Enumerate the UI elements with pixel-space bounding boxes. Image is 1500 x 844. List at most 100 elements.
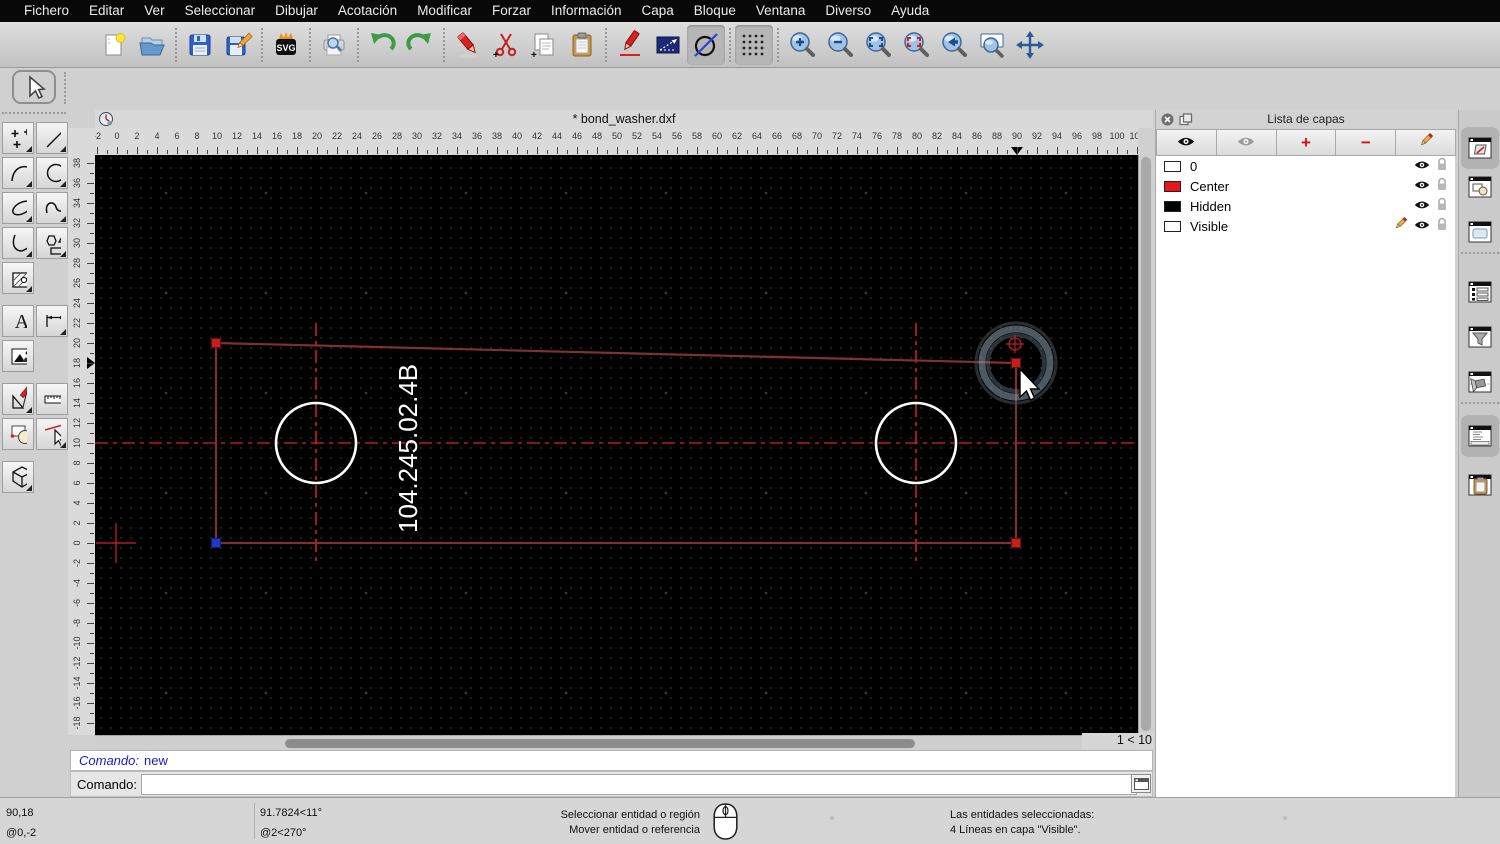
layer-row-center[interactable]: Center <box>1156 176 1456 196</box>
selection-handle[interactable] <box>1012 539 1021 548</box>
print-preview-button[interactable] <box>315 25 353 65</box>
layer-row-hidden[interactable]: Hidden <box>1156 196 1456 216</box>
layer-name[interactable]: Visible <box>1190 219 1393 234</box>
dock-properties-button[interactable] <box>1465 277 1495 307</box>
layer-lock-icon[interactable] <box>1436 177 1448 196</box>
menu-acotacion[interactable]: Acotación <box>328 0 407 22</box>
add-layer-button[interactable]: + <box>1277 129 1337 156</box>
point-tool-button[interactable] <box>2 122 34 154</box>
menu-bloque[interactable]: Bloque <box>684 0 746 22</box>
open-file-button[interactable] <box>133 25 171 65</box>
vertical-scrollbar-thumb[interactable] <box>1141 157 1151 731</box>
annotation-text[interactable]: 104.245.02.4B <box>393 364 423 533</box>
reference-handle[interactable] <box>212 539 221 548</box>
measure-angle-button[interactable] <box>649 25 687 65</box>
layer-lock-icon[interactable] <box>1436 217 1448 236</box>
menu-modificar[interactable]: Modificar <box>407 0 482 22</box>
edit-shape-tool-button[interactable] <box>2 418 34 450</box>
layer-name[interactable]: Hidden <box>1190 199 1414 214</box>
zoom-redraw-button[interactable] <box>897 25 935 65</box>
layer-lock-icon[interactable] <box>1436 157 1448 176</box>
draw-pencil-button[interactable] <box>611 25 649 65</box>
dock-command-button[interactable] <box>1461 415 1499 457</box>
dock-library-button[interactable] <box>1465 217 1495 247</box>
layer-visibility-eye-icon[interactable] <box>1414 157 1430 175</box>
solid-tool-button[interactable] <box>2 461 34 493</box>
polygon-tool-button[interactable] <box>36 227 68 259</box>
select-tool-button[interactable] <box>12 70 56 104</box>
menu-ventana[interactable]: Ventana <box>746 0 816 22</box>
menu-ver[interactable]: Ver <box>134 0 174 22</box>
save-as-button[interactable] <box>219 25 257 65</box>
zoom-auto-button[interactable] <box>859 25 897 65</box>
layer-color-swatch[interactable] <box>1164 201 1181 212</box>
select-entity-tool-button[interactable] <box>36 418 68 450</box>
zoom-pan-button[interactable] <box>1011 25 1049 65</box>
menu-editar[interactable]: Editar <box>79 0 134 22</box>
zoom-window-button[interactable] <box>973 25 1011 65</box>
zoom-in-button[interactable] <box>783 25 821 65</box>
circle-tool-button[interactable] <box>36 157 68 189</box>
layer-color-swatch[interactable] <box>1164 181 1181 192</box>
polyline-tool-button[interactable] <box>2 227 34 259</box>
hide-all-layers-button[interactable] <box>1217 129 1277 156</box>
horizontal-scrollbar[interactable] <box>95 735 1138 750</box>
zoom-previous-button[interactable] <box>935 25 973 65</box>
command-input[interactable] <box>141 774 1137 795</box>
copy-button[interactable]: + <box>525 25 563 65</box>
cut-button[interactable]: + <box>487 25 525 65</box>
modify-tool-button[interactable] <box>2 383 34 415</box>
menu-capa[interactable]: Capa <box>632 0 684 22</box>
vertical-scrollbar[interactable] <box>1138 155 1153 735</box>
image-tool-button[interactable] <box>2 340 34 372</box>
redo-button[interactable] <box>401 25 439 65</box>
menu-seleccionar[interactable]: Seleccionar <box>175 0 266 22</box>
layer-visibility-eye-icon[interactable] <box>1414 177 1430 195</box>
layer-visibility-eye-icon[interactable] <box>1414 217 1430 235</box>
dock-blocks-button[interactable] <box>1465 172 1495 202</box>
grid-snap-button[interactable] <box>735 25 773 65</box>
menu-fichero[interactable]: Fichero <box>14 0 79 22</box>
drawing-canvas[interactable]: 104.245.02.4B <box>95 155 1138 735</box>
measure-ruler-tool-button[interactable] <box>36 383 68 415</box>
line-tool-button[interactable] <box>36 122 68 154</box>
layer-name[interactable]: Center <box>1190 179 1414 194</box>
delete-button[interactable] <box>449 25 487 65</box>
remove-layer-button[interactable]: − <box>1336 129 1396 156</box>
menu-dibujar[interactable]: Dibujar <box>265 0 328 22</box>
save-button[interactable] <box>181 25 219 65</box>
menu-ayuda[interactable]: Ayuda <box>881 0 939 22</box>
command-detach-button[interactable] <box>1131 774 1151 793</box>
show-all-layers-button[interactable] <box>1156 129 1217 156</box>
text-tool-button[interactable]: A <box>2 305 34 337</box>
menu-informacion[interactable]: Información <box>541 0 632 22</box>
zoom-out-button[interactable] <box>821 25 859 65</box>
layer-color-swatch[interactable] <box>1164 161 1181 172</box>
new-file-button[interactable] <box>95 25 133 65</box>
selection-handle[interactable] <box>1012 359 1021 368</box>
menu-forzar[interactable]: Forzar <box>482 0 541 22</box>
edit-layer-button[interactable] <box>1396 129 1456 156</box>
spline-tool-button[interactable] <box>36 192 68 224</box>
undo-button[interactable] <box>363 25 401 65</box>
paste-button[interactable] <box>563 25 601 65</box>
dock-layers-button[interactable] <box>1461 127 1499 169</box>
hatch-tool-button[interactable] <box>2 262 34 294</box>
dock-dimension-button[interactable] <box>1465 367 1495 397</box>
layer-name[interactable]: 0 <box>1190 159 1414 174</box>
layer-row-visible[interactable]: Visible <box>1156 216 1456 236</box>
svg-export-button[interactable]: SVG <box>267 25 305 65</box>
menu-diverso[interactable]: Diverso <box>815 0 881 22</box>
layer-row-0[interactable]: 0 <box>1156 156 1456 176</box>
selection-handle[interactable] <box>212 339 221 348</box>
ellipse-tool-button[interactable] <box>2 192 34 224</box>
selected-line-top[interactable] <box>216 343 1016 363</box>
dock-filter-button[interactable] <box>1465 322 1495 352</box>
layer-color-swatch[interactable] <box>1164 221 1181 232</box>
restrict-orthogonal-button[interactable] <box>687 25 725 65</box>
layer-visibility-eye-icon[interactable] <box>1414 197 1430 215</box>
horizontal-scrollbar-thumb[interactable] <box>285 739 915 748</box>
dimension-tool-button[interactable] <box>36 305 68 337</box>
dock-clipboard-button[interactable] <box>1465 470 1495 500</box>
layer-lock-icon[interactable] <box>1436 197 1448 216</box>
